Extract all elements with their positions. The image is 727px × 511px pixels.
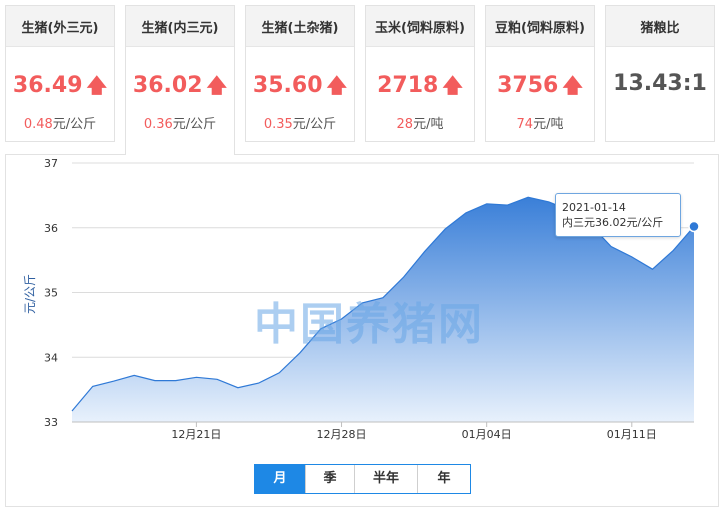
y-tick-label: 37	[44, 157, 58, 170]
y-axis-label: 元/公斤	[23, 274, 37, 314]
range-selector: 月 季 半年 年	[254, 464, 471, 494]
chart-tooltip: 2021-01-14 内三元36.02元/公斤	[555, 193, 681, 237]
price-area-chart: 33 34 35 36 37 12月21日 12月28日 01月04日 01月11日 元/公斤	[23, 157, 700, 441]
x-tick-label: 12月21日	[171, 428, 221, 441]
tab-price: 36.02 🡅	[132, 73, 228, 98]
arrow-up-icon: 🡅	[206, 73, 228, 97]
y-tick-label: 35	[44, 287, 58, 300]
tab-pig-inner-three[interactable]: 生猪(内三元) 36.02 🡅 0.36元/公斤	[125, 5, 235, 155]
tooltip-date: 2021-01-14	[562, 201, 626, 214]
tooltip-text: 内三元36.02元/公斤	[562, 216, 664, 229]
y-tick-label: 33	[44, 416, 58, 429]
range-month-button[interactable]: 月	[255, 465, 306, 493]
tab-change: 0.36元/公斤	[143, 117, 217, 132]
x-tick-label: 01月04日	[462, 428, 512, 441]
tab-title: 生猪(内三元)	[126, 6, 234, 47]
range-quarter-button[interactable]: 季	[306, 465, 355, 493]
y-tick-label: 36	[44, 222, 58, 235]
x-tick-label: 12月28日	[317, 428, 367, 441]
highlight-point[interactable]	[688, 220, 700, 233]
range-year-button[interactable]: 年	[418, 465, 470, 493]
x-tick-label: 01月11日	[607, 428, 657, 441]
watermark: 中国养猪网	[254, 299, 484, 350]
range-half-year-button[interactable]: 半年	[355, 465, 418, 493]
y-tick-label: 34	[44, 351, 58, 364]
